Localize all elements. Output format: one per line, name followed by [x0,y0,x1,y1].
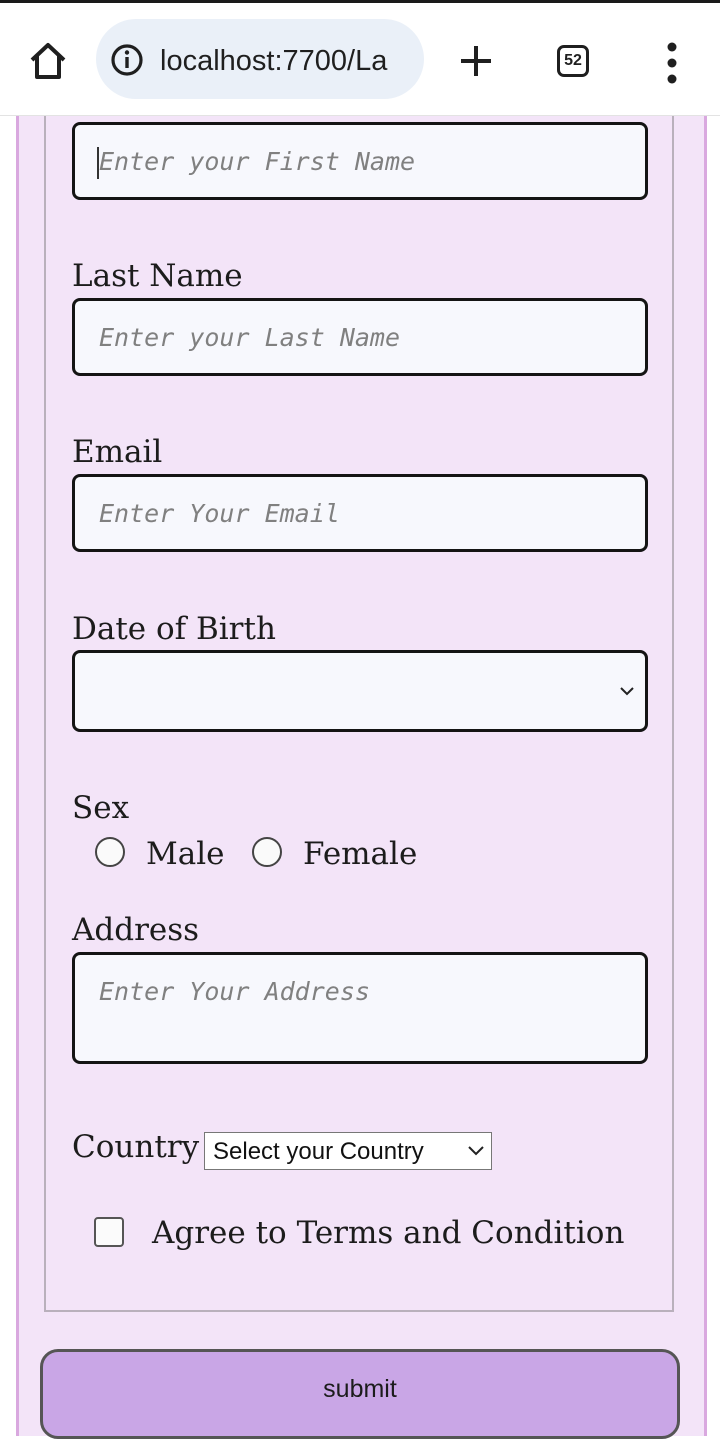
email-label: Email [72,434,163,470]
last-name-label: Last Name [72,258,243,294]
radio-female-label: Female [303,836,418,872]
first-name-placeholder: Enter your First Name [99,147,416,176]
info-icon[interactable] [110,43,144,77]
chevron-down-icon [468,1146,484,1156]
first-name-input[interactable]: Enter your First Name [72,122,648,200]
chevron-down-icon [620,687,634,696]
country-select[interactable]: Select your Country [204,1132,492,1170]
address-textarea[interactable]: Enter Your Address [72,952,648,1064]
sex-label: Sex [72,790,130,826]
address-bar[interactable]: localhost:7700/La [96,19,424,99]
tab-switcher-button[interactable]: 52 [557,45,589,77]
dob-select[interactable] [72,650,648,732]
email-placeholder: Enter Your Email [99,499,340,528]
home-icon[interactable] [26,39,70,83]
new-tab-icon[interactable] [456,41,496,81]
last-name-placeholder: Enter your Last Name [99,323,401,352]
browser-toolbar: localhost:7700/La 52 [0,3,720,116]
terms-checkbox[interactable] [94,1217,124,1247]
country-selected-value: Select your Country [213,1138,424,1165]
radio-male-label: Male [146,836,225,872]
kebab-menu-icon[interactable] [660,41,684,85]
last-name-input[interactable]: Enter your Last Name [72,298,648,376]
page-content: Enter your First Name Last Name Enter yo… [0,116,720,1439]
address-label: Address [72,912,200,948]
country-label: Country [72,1129,200,1165]
terms-label: Agree to Terms and Condition [152,1215,625,1251]
radio-male[interactable] [95,837,125,867]
dob-label: Date of Birth [72,611,276,647]
email-input[interactable]: Enter Your Email [72,474,648,552]
url-text: localhost:7700/La [160,45,388,77]
radio-female[interactable] [252,837,282,867]
address-placeholder: Enter Your Address [99,977,370,1006]
submit-button[interactable]: submit [40,1349,680,1439]
